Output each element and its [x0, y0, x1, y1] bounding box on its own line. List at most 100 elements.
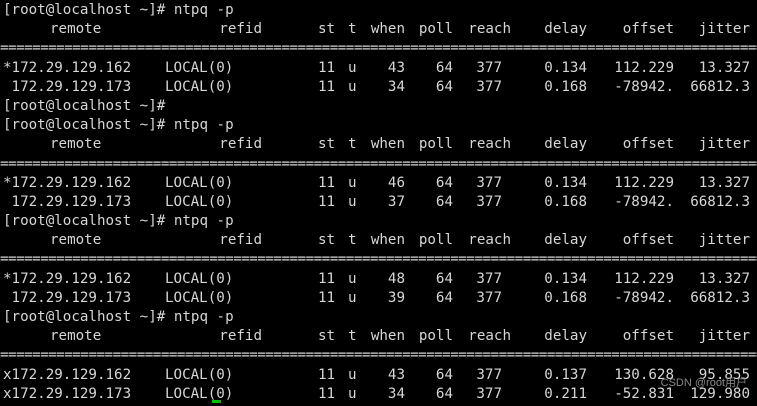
- header-offset: offset: [622, 21, 674, 38]
- header-remote: remote: [50, 21, 102, 38]
- separator-line: ========================================…: [0, 251, 757, 268]
- peer-row: 172.29.129.173 LOCAL(0) 11 u 37 64 377 0.168 -78…: [0, 193, 757, 212]
- peer-delay: 0.168: [544, 78, 587, 95]
- peer-t: u: [348, 78, 357, 95]
- prompt-line: [root@localhost ~]# ntpq -p: [0, 116, 757, 135]
- prompt-line: [root@localhost ~]# ntpq -p: [0, 308, 757, 327]
- header-poll: poll: [418, 328, 453, 345]
- header-jitter: jitter: [698, 136, 750, 153]
- peer-remote: 172.29.129.173: [3, 78, 132, 95]
- header-t: t: [348, 136, 357, 153]
- peer-refid: LOCAL(0): [165, 174, 234, 191]
- peer-delay: 0.134: [544, 174, 587, 191]
- ntpq-header-row: remote refid st t when poll reach delay offset ji…: [0, 231, 757, 250]
- ntpq-header-row: remote refid st t when poll reach delay offset ji…: [0, 20, 757, 39]
- peer-t: u: [348, 385, 357, 402]
- peer-when: 34: [387, 385, 405, 402]
- peer-jitter: 66812.3: [690, 193, 750, 210]
- peer-reach: 377: [476, 59, 502, 76]
- peer-poll: 64: [435, 270, 453, 287]
- header-remote: remote: [50, 328, 102, 345]
- peer-remote: 172.29.129.173: [3, 193, 132, 210]
- peer-offset: -78942.: [614, 289, 674, 306]
- peer-reach: 377: [476, 174, 502, 191]
- header-st: st: [318, 328, 336, 345]
- peer-remote: x172.29.129.173: [3, 385, 132, 402]
- shell-prompt: [root@localhost ~]#: [3, 117, 174, 134]
- peer-offset: 112.229: [614, 270, 674, 287]
- header-st: st: [318, 21, 336, 38]
- command-text: ntpq -p: [173, 117, 234, 134]
- header-when: when: [370, 328, 405, 345]
- peer-jitter: 66812.3: [690, 289, 750, 306]
- peer-poll: 64: [435, 385, 453, 402]
- header-remote: remote: [50, 136, 102, 153]
- header-offset: offset: [622, 328, 674, 345]
- csdn-watermark: CSDN @root用户: [660, 377, 747, 389]
- peer-poll: 64: [435, 193, 453, 210]
- separator-line: ========================================…: [0, 347, 757, 364]
- peer-t: u: [348, 366, 357, 383]
- peer-poll: 64: [435, 59, 453, 76]
- peer-offset: -78942.: [614, 193, 674, 210]
- peer-delay: 0.211: [544, 385, 587, 402]
- peer-offset: -78942.: [614, 78, 674, 95]
- peer-offset: 112.229: [614, 59, 674, 76]
- peer-row: x172.29.129.162 LOCAL(0) 11 u 43 64 377 0.137 13…: [0, 366, 757, 385]
- header-t: t: [348, 21, 357, 38]
- header-poll: poll: [418, 136, 453, 153]
- header-t: t: [348, 328, 357, 345]
- peer-poll: 64: [435, 174, 453, 191]
- peer-refid: LOCAL(0): [165, 385, 234, 402]
- terminal-window[interactable]: [root@localhost ~]# ntpq -p remote refid st…: [0, 0, 757, 406]
- peer-jitter: 66812.3: [690, 78, 750, 95]
- header-delay: delay: [544, 136, 587, 153]
- peer-when: 34: [387, 78, 405, 95]
- peer-delay: 0.168: [544, 193, 587, 210]
- separator-line: ========================================…: [0, 40, 757, 57]
- shell-prompt: [root@localhost ~]#: [3, 97, 166, 114]
- peer-when: 37: [387, 193, 405, 210]
- peer-st: 11: [318, 193, 336, 210]
- peer-reach: 377: [476, 366, 502, 383]
- peer-row: 172.29.129.173 LOCAL(0) 11 u 39 64 377 0.168 -78…: [0, 289, 757, 308]
- header-jitter: jitter: [698, 328, 750, 345]
- peer-poll: 64: [435, 366, 453, 383]
- separator-line: ========================================…: [0, 155, 757, 172]
- shell-prompt: [root@localhost ~]#: [3, 2, 174, 18]
- peer-remote: *172.29.129.162: [3, 270, 132, 287]
- peer-row: x172.29.129.173 LOCAL(0) 11 u 34 64 377 0.211 -5…: [0, 385, 757, 404]
- header-delay: delay: [544, 21, 587, 38]
- header-jitter: jitter: [698, 232, 750, 249]
- peer-remote: *172.29.129.162: [3, 174, 132, 191]
- header-reach: reach: [468, 328, 511, 345]
- peer-t: u: [348, 270, 357, 287]
- peer-delay: 0.137: [544, 366, 587, 383]
- header-delay: delay: [544, 328, 587, 345]
- peer-reach: 377: [476, 78, 502, 95]
- peer-when: 48: [387, 270, 405, 287]
- command-text: ntpq -p: [173, 2, 234, 18]
- header-offset: offset: [622, 232, 674, 249]
- peer-st: 11: [318, 366, 336, 383]
- prompt-line: [root@localhost ~]# ntpq -p: [0, 212, 757, 231]
- command-text: ntpq -p: [173, 309, 234, 325]
- peer-jitter: 13.327: [698, 174, 750, 191]
- command-text: ntpq -p: [173, 213, 234, 230]
- peer-refid: LOCAL(0): [165, 193, 234, 210]
- peer-jitter: 13.327: [698, 59, 750, 76]
- ntpq-header-row: remote refid st t when poll reach delay offset ji…: [0, 327, 757, 346]
- peer-offset: 112.229: [614, 174, 674, 191]
- header-reach: reach: [468, 232, 511, 249]
- peer-when: 39: [387, 289, 405, 306]
- peer-t: u: [348, 193, 357, 210]
- shell-prompt: [root@localhost ~]#: [3, 309, 174, 325]
- peer-jitter: 13.327: [698, 270, 750, 287]
- peer-t: u: [348, 174, 357, 191]
- header-when: when: [370, 232, 405, 249]
- header-poll: poll: [418, 21, 453, 38]
- header-when: when: [370, 21, 405, 38]
- header-poll: poll: [418, 232, 453, 249]
- peer-refid: LOCAL(0): [165, 270, 234, 287]
- peer-st: 11: [318, 78, 336, 95]
